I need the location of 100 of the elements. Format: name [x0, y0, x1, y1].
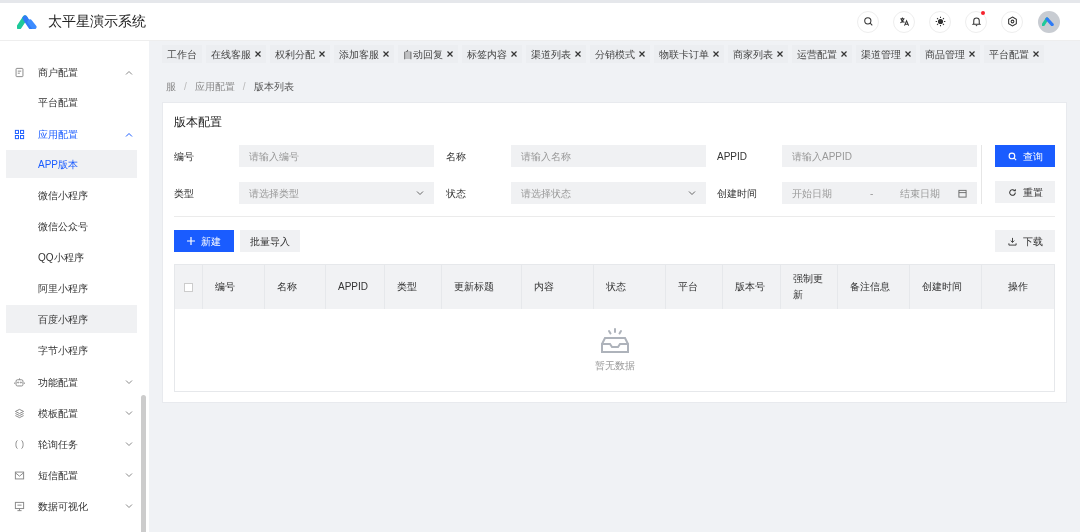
- column-header[interactable]: 操作: [982, 265, 1054, 309]
- close-icon[interactable]: [255, 51, 261, 57]
- column-header[interactable]: APPID: [326, 265, 385, 309]
- refresh-icon: [1007, 187, 1017, 197]
- sidebar-subitem[interactable]: 平台配置: [6, 88, 137, 116]
- braces-icon: [14, 439, 25, 450]
- empty-box-icon: [599, 327, 630, 354]
- chevron-icon: [125, 132, 133, 137]
- search-icon: [862, 16, 874, 27]
- sidebar-subitem[interactable]: 微信小程序: [6, 181, 137, 209]
- sidebar-subitem[interactable]: 微信公众号: [6, 212, 137, 240]
- breadcrumb-separator: /: [184, 79, 187, 94]
- sidebar-item[interactable]: 模板配置: [6, 398, 137, 429]
- column-header[interactable]: 创建时间: [910, 265, 982, 309]
- sidebar-item[interactable]: 数据可视化: [6, 491, 137, 522]
- tab[interactable]: 商家列表: [728, 45, 788, 63]
- tab[interactable]: 渠道列表: [526, 45, 586, 63]
- robot-icon: [14, 377, 25, 388]
- empty-text: 暂无数据: [594, 358, 635, 373]
- column-header[interactable]: 编号: [203, 265, 265, 309]
- chevron-icon: [125, 504, 133, 509]
- import-button[interactable]: 批量导入: [240, 230, 300, 252]
- download-icon: [1007, 236, 1017, 246]
- chevron-icon: [688, 190, 696, 196]
- close-icon[interactable]: [713, 51, 719, 57]
- sidebar-subitem[interactable]: 阿里小程序: [6, 274, 137, 302]
- search-icon: [1007, 151, 1017, 161]
- query-button[interactable]: 查询: [995, 145, 1055, 167]
- close-icon[interactable]: [1033, 51, 1039, 57]
- calendar-icon: [958, 188, 967, 198]
- plus-icon: [187, 237, 195, 245]
- sidebar-subitem[interactable]: 字节小程序: [6, 336, 137, 364]
- close-icon[interactable]: [319, 51, 325, 57]
- column-header[interactable]: 强制更新: [781, 265, 838, 309]
- checkbox[interactable]: [184, 282, 193, 292]
- app-title: 太平星演示系统: [48, 12, 146, 31]
- sidebar-subitem[interactable]: 百度小程序: [6, 305, 137, 333]
- avatar[interactable]: [1038, 10, 1060, 33]
- column-header[interactable]: 备注信息: [838, 265, 910, 309]
- column-header[interactable]: 版本号: [723, 265, 781, 309]
- tab[interactable]: 商品管理: [920, 45, 980, 63]
- download-button[interactable]: 下载: [995, 230, 1055, 252]
- close-icon[interactable]: [905, 51, 911, 57]
- column-header[interactable]: 更新标题: [442, 265, 522, 309]
- field-label: 编号: [174, 149, 195, 164]
- field-label: 创建时间: [717, 186, 758, 201]
- chevron-icon: [416, 190, 424, 196]
- close-icon[interactable]: [841, 51, 847, 57]
- breadcrumb-separator: /: [242, 79, 246, 94]
- new-button[interactable]: 新建: [174, 230, 234, 252]
- tab[interactable]: 分销模式: [590, 45, 650, 63]
- tab[interactable]: 标签内容: [462, 45, 522, 63]
- field-label: 状态: [446, 186, 467, 201]
- tab[interactable]: 自动回复: [398, 45, 458, 63]
- tab[interactable]: 渠道管理: [856, 45, 916, 63]
- close-icon[interactable]: [575, 51, 581, 57]
- chevron-icon: [125, 442, 133, 447]
- close-icon[interactable]: [447, 51, 453, 57]
- monitor-icon: [14, 501, 25, 512]
- field-label: APPID: [717, 149, 748, 164]
- close-icon[interactable]: [511, 51, 517, 57]
- column-header[interactable]: 状态: [594, 265, 666, 309]
- logo-icon: [17, 14, 39, 29]
- breadcrumb-item: 版本列表: [253, 79, 294, 94]
- tab[interactable]: 物联卡订单: [654, 45, 724, 63]
- reset-button[interactable]: 重置: [995, 181, 1055, 203]
- tab[interactable]: 平台配置: [984, 45, 1044, 63]
- chevron-icon: [125, 473, 133, 478]
- scrollbar[interactable]: [141, 395, 146, 532]
- document-icon: [14, 67, 25, 78]
- tab[interactable]: 工作台: [162, 45, 202, 63]
- close-icon[interactable]: [969, 51, 975, 57]
- column-header[interactable]: 名称: [265, 265, 326, 309]
- sidebar-item[interactable]: 应用配置: [6, 119, 137, 150]
- chevron-icon: [125, 380, 133, 385]
- sidebar-subitem[interactable]: APP版本: [6, 150, 137, 178]
- input-field[interactable]: 请输入名称: [511, 145, 706, 167]
- column-header[interactable]: 类型: [385, 265, 442, 309]
- sidebar-item[interactable]: 功能配置: [6, 367, 137, 398]
- tab[interactable]: 运营配置: [792, 45, 852, 63]
- sidebar-subitem[interactable]: QQ小程序: [6, 243, 137, 271]
- column-header[interactable]: 平台: [666, 265, 723, 309]
- sidebar-item[interactable]: 商户配置: [6, 57, 137, 88]
- tab[interactable]: 权利分配: [270, 45, 330, 63]
- close-icon[interactable]: [777, 51, 783, 57]
- field-label: 名称: [446, 149, 467, 164]
- sidebar-item[interactable]: 轮询任务: [6, 429, 137, 460]
- close-icon[interactable]: [639, 51, 645, 57]
- input-field[interactable]: 请输入编号: [239, 145, 434, 167]
- sidebar-item[interactable]: 短信配置: [6, 460, 137, 491]
- input-field[interactable]: 请输入APPID: [782, 145, 977, 167]
- close-icon[interactable]: [383, 51, 389, 57]
- tab[interactable]: 添加客服: [334, 45, 394, 63]
- tab[interactable]: 在线客服: [206, 45, 266, 63]
- translate-icon: [898, 16, 910, 27]
- mail-icon: [14, 470, 25, 481]
- chevron-icon: [125, 411, 133, 416]
- column-header[interactable]: 内容: [522, 265, 594, 309]
- chevron-icon: [125, 70, 133, 75]
- field-label: 类型: [174, 186, 195, 201]
